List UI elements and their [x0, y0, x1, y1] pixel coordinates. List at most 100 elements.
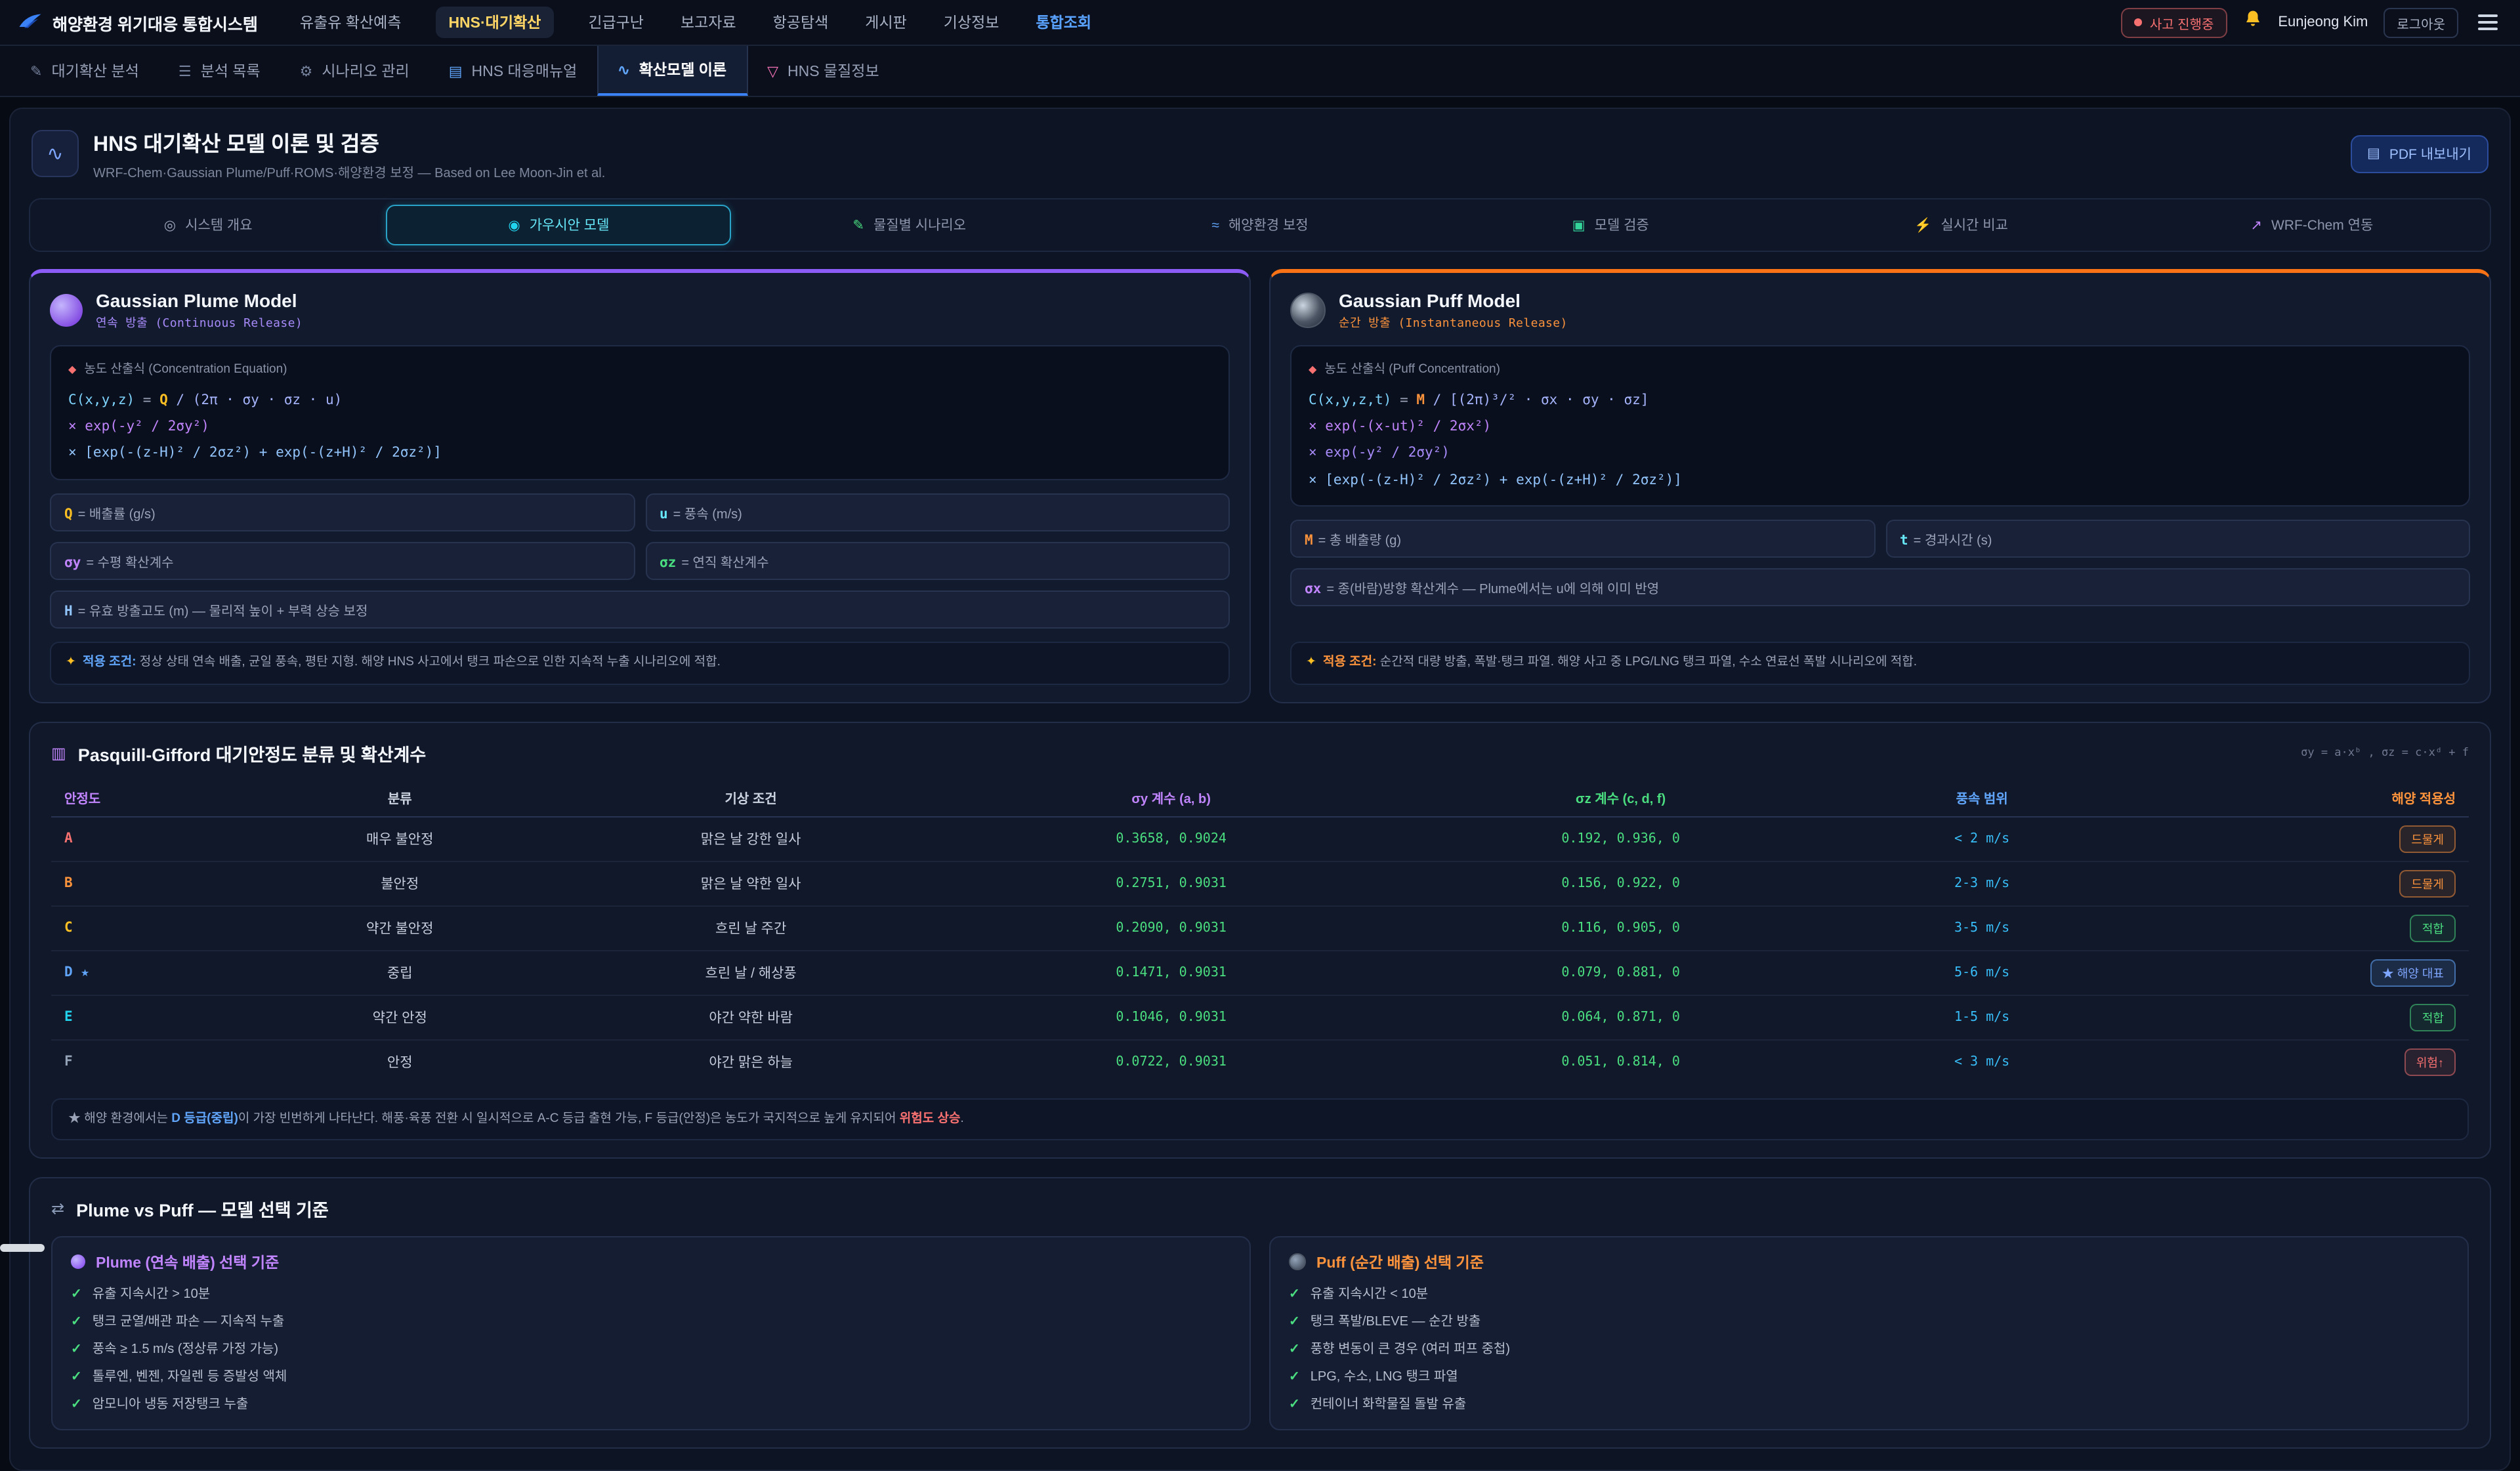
sub-nav: ✎ 대기확산 분석 ☰ 분석 목록 ⚙ 시나리오 관리 ▤ HNS 대응매뉴얼 …	[0, 46, 2520, 97]
subtab-label: HNS 대응매뉴얼	[472, 60, 578, 81]
nav-item-integrated-search[interactable]: 통합조회	[1033, 7, 1094, 38]
check-icon: ✓	[71, 1340, 82, 1359]
tab-model-validation[interactable]: ▣ 모델 검증	[1438, 205, 1783, 245]
check-icon: ✓	[1289, 1340, 1300, 1359]
subtab-dispersion-analysis[interactable]: ✎ 대기확산 분석	[10, 46, 159, 96]
plume-formula-line-1: C(x,y,z) = Q / (2π · σy · σz · u)	[68, 386, 1211, 413]
puff-dot-icon	[1289, 1254, 1306, 1271]
check-icon: ✓	[71, 1285, 82, 1304]
table-row: F 안정 야간 맑은 하늘 0.0722, 0.9031 0.051, 0.81…	[51, 1039, 2469, 1083]
param-sigma-y: σy= 수평 확산계수	[50, 542, 635, 580]
nav-item-emergency-rescue[interactable]: 긴급구난	[585, 7, 646, 38]
check-icon: ✓	[71, 1312, 82, 1332]
subtab-hns-substance-info[interactable]: ▽ HNS 물질정보	[747, 46, 899, 96]
subtab-scenario-management[interactable]: ⚙ 시나리오 관리	[280, 46, 429, 96]
nav-item-board[interactable]: 게시판	[862, 7, 910, 38]
nav-right-cluster: 사고 진행중 Eunjeong Kim 로그아웃	[2121, 7, 2502, 37]
list-item: ✓풍속 ≥ 1.5 m/s (정상류 가정 가능)	[71, 1340, 1231, 1359]
table-row: E 약간 안정 야간 약한 바람 0.1046, 0.9031 0.064, 0…	[51, 995, 2469, 1039]
tab-system-overview[interactable]: ◎ 시스템 개요	[35, 205, 381, 245]
formula-lhs: C(x,y,z)	[68, 392, 135, 407]
list-item: ✓유출 지속시간 < 10분	[1289, 1285, 2449, 1304]
bar-chart-icon: ▥	[51, 743, 66, 762]
menu-hamburger-icon[interactable]	[2474, 10, 2502, 34]
incident-status-badge[interactable]: 사고 진행중	[2121, 7, 2227, 37]
tab-marine-correction[interactable]: ≈ 해양환경 보정	[1087, 205, 1433, 245]
logout-button[interactable]: 로그아웃	[2384, 7, 2458, 37]
list-item: ✓암모니아 냉동 저장탱크 누출	[71, 1395, 1231, 1415]
puff-criteria-list: ✓유출 지속시간 < 10분 ✓탱크 폭발/BLEVE — 순간 방출 ✓풍향 …	[1289, 1285, 2449, 1415]
subtab-label: 분석 목록	[201, 60, 261, 81]
note-text: 순간적 대량 방출, 폭발·탱크 파열. 해양 사고 중 LPG/LNG 탱크 …	[1376, 655, 1917, 669]
risk-highlight: 위험도 상승	[900, 1111, 961, 1125]
wave-icon: ≈	[1211, 217, 1219, 233]
tab-substance-scenarios[interactable]: ✎ 물질별 시나리오	[737, 205, 1082, 245]
subtab-model-theory[interactable]: ∿ 확산모델 이론	[597, 46, 747, 96]
selection-panel-title: Plume vs Puff — 모델 선택 기준	[76, 1195, 329, 1222]
puff-model-icon	[1290, 293, 1326, 328]
book-icon: ▤	[449, 62, 463, 79]
formula-denominator: / [(2π)³/² · σx · σy · σz]	[1425, 392, 1648, 407]
list-item: ✓LPG, 수소, LNG 탱크 파열	[1289, 1367, 2449, 1387]
model-cards: Gaussian Plume Model 연속 방출 (Continuous R…	[29, 269, 2491, 703]
scenario-pencil-icon: ✎	[852, 217, 864, 233]
param-t: t= 경과시간 (s)	[1885, 520, 2470, 558]
sigma-formula-note: σy = a·xᵇ , σz = c·xᵈ + f	[2301, 746, 2469, 759]
incident-status-label: 사고 진행중	[2150, 12, 2214, 32]
formula-equals: =	[135, 392, 159, 407]
pdf-export-button[interactable]: ▤ PDF 내보내기	[2350, 135, 2488, 173]
applicability-badge: 위험↑	[2404, 1048, 2456, 1075]
applicability-badge: 적합	[2410, 1003, 2456, 1031]
page-header-text: HNS 대기확산 모델 이론 및 검증 WRF-Chem·Gaussian Pl…	[93, 126, 605, 181]
tab-wrf-chem-link[interactable]: ↗ WRF-Chem 연동	[2139, 205, 2485, 245]
pin-icon: ◆	[1309, 360, 1316, 381]
notification-bell-icon[interactable]	[2242, 9, 2262, 35]
formula-emission-var: M	[1416, 392, 1425, 407]
puff-note-wrap: ✦적용 조건: 순간적 대량 방출, 폭발·탱크 파열. 해양 사고 중 LPG…	[1290, 629, 2470, 684]
tab-gaussian-model[interactable]: ◉ 가우시안 모델	[386, 205, 731, 245]
note-label: 적용 조건:	[1323, 655, 1377, 669]
nav-item-hns-dispersion[interactable]: HNS·대기확산	[435, 7, 554, 38]
subtab-analysis-list[interactable]: ☰ 분석 목록	[159, 46, 280, 96]
subtab-hns-manual[interactable]: ▤ HNS 대응매뉴얼	[429, 46, 597, 96]
tab-realtime-comparison[interactable]: ⚡ 실시간 비교	[1788, 205, 2133, 245]
table-row: C 약간 불안정 흐린 날 주간 0.2090, 0.9031 0.116, 0…	[51, 905, 2469, 950]
page-chart-icon: ∿	[32, 130, 79, 177]
table-row: D ★ 중립 흐린 날 / 해상풍 0.1471, 0.9031 0.079, …	[51, 950, 2469, 995]
table-header-row: 안정도 분류 기상 조건 σy 계수 (a, b) σz 계수 (c, d, f…	[51, 777, 2469, 816]
nav-item-weather[interactable]: 기상정보	[941, 7, 1002, 38]
formula-lhs: C(x,y,z,t)	[1309, 392, 1391, 407]
selection-panel-header: ⇄ Plume vs Puff — 모델 선택 기준	[51, 1195, 2469, 1222]
subtab-label: 대기확산 분석	[51, 60, 138, 81]
tab-label: 시스템 개요	[185, 215, 252, 235]
col-class: 분류	[251, 777, 549, 816]
page-subtitle: WRF-Chem·Gaussian Plume/Puff·ROMS·해양환경 보…	[93, 161, 605, 181]
param-sigma-x: σx= 종(바람)방향 확산계수 — Plume에서는 u에 의해 이미 반영	[1290, 569, 2470, 607]
plume-criteria-list: ✓유출 지속시간 > 10분 ✓탱크 균열/배관 파손 — 지속적 누출 ✓풍속…	[71, 1285, 1231, 1415]
app-root: 해양환경 위기대응 통합시스템 유출유 확산예측 HNS·대기확산 긴급구난 보…	[0, 0, 2520, 1252]
nav-item-aerial-search[interactable]: 항공탐색	[770, 7, 831, 38]
plume-criteria-heading: Plume (연속 배출) 선택 기준	[71, 1252, 1231, 1273]
puff-formula-line-1: C(x,y,z,t) = M / [(2π)³/² · σx · σy · σz…	[1309, 386, 2452, 413]
stability-footnote: ★ 해양 환경에서는 D 등급(중립)이 가장 빈번하게 나타난다. 해풍·육풍…	[51, 1098, 2469, 1140]
nav-item-oil-dispersion[interactable]: 유출유 확산예측	[297, 7, 404, 38]
nav-item-reports[interactable]: 보고자료	[678, 7, 739, 38]
note-label: 적용 조건:	[83, 655, 136, 669]
content-container: ∿ HNS 대기확산 모델 이론 및 검증 WRF-Chem·Gaussian …	[9, 108, 2511, 1471]
brand[interactable]: 해양환경 위기대응 통합시스템	[18, 10, 258, 35]
param-Q: Q= 배출률 (g/s)	[50, 493, 635, 531]
check-icon: ✓	[1289, 1395, 1300, 1415]
horizontal-scrollbar-thumb[interactable]	[0, 1244, 45, 1252]
check-icon: ✓	[1289, 1285, 1300, 1304]
plume-criteria-box: Plume (연속 배출) 선택 기준 ✓유출 지속시간 > 10분 ✓탱크 균…	[51, 1236, 1251, 1430]
overview-icon: ◎	[164, 217, 176, 233]
list-item: ✓탱크 폭발/BLEVE — 순간 방출	[1289, 1312, 2449, 1332]
user-name: Eunjeong Kim	[2278, 14, 2368, 30]
page-title: HNS 대기확산 모델 이론 및 검증	[93, 126, 605, 157]
col-applicability: 해양 적용성	[2112, 777, 2469, 816]
puff-formula-label-row: ◆ 농도 산출식 (Puff Concentration)	[1309, 358, 2452, 383]
d-grade-highlight: D 등급(중립)	[171, 1111, 238, 1125]
puff-criteria-title: Puff (순간 배출) 선택 기준	[1316, 1252, 1484, 1273]
gaussian-puff-card: Gaussian Puff Model 순간 방출 (Instantaneous…	[1269, 269, 2491, 703]
selection-grid: Plume (연속 배출) 선택 기준 ✓유출 지속시간 > 10분 ✓탱크 균…	[51, 1236, 2469, 1430]
